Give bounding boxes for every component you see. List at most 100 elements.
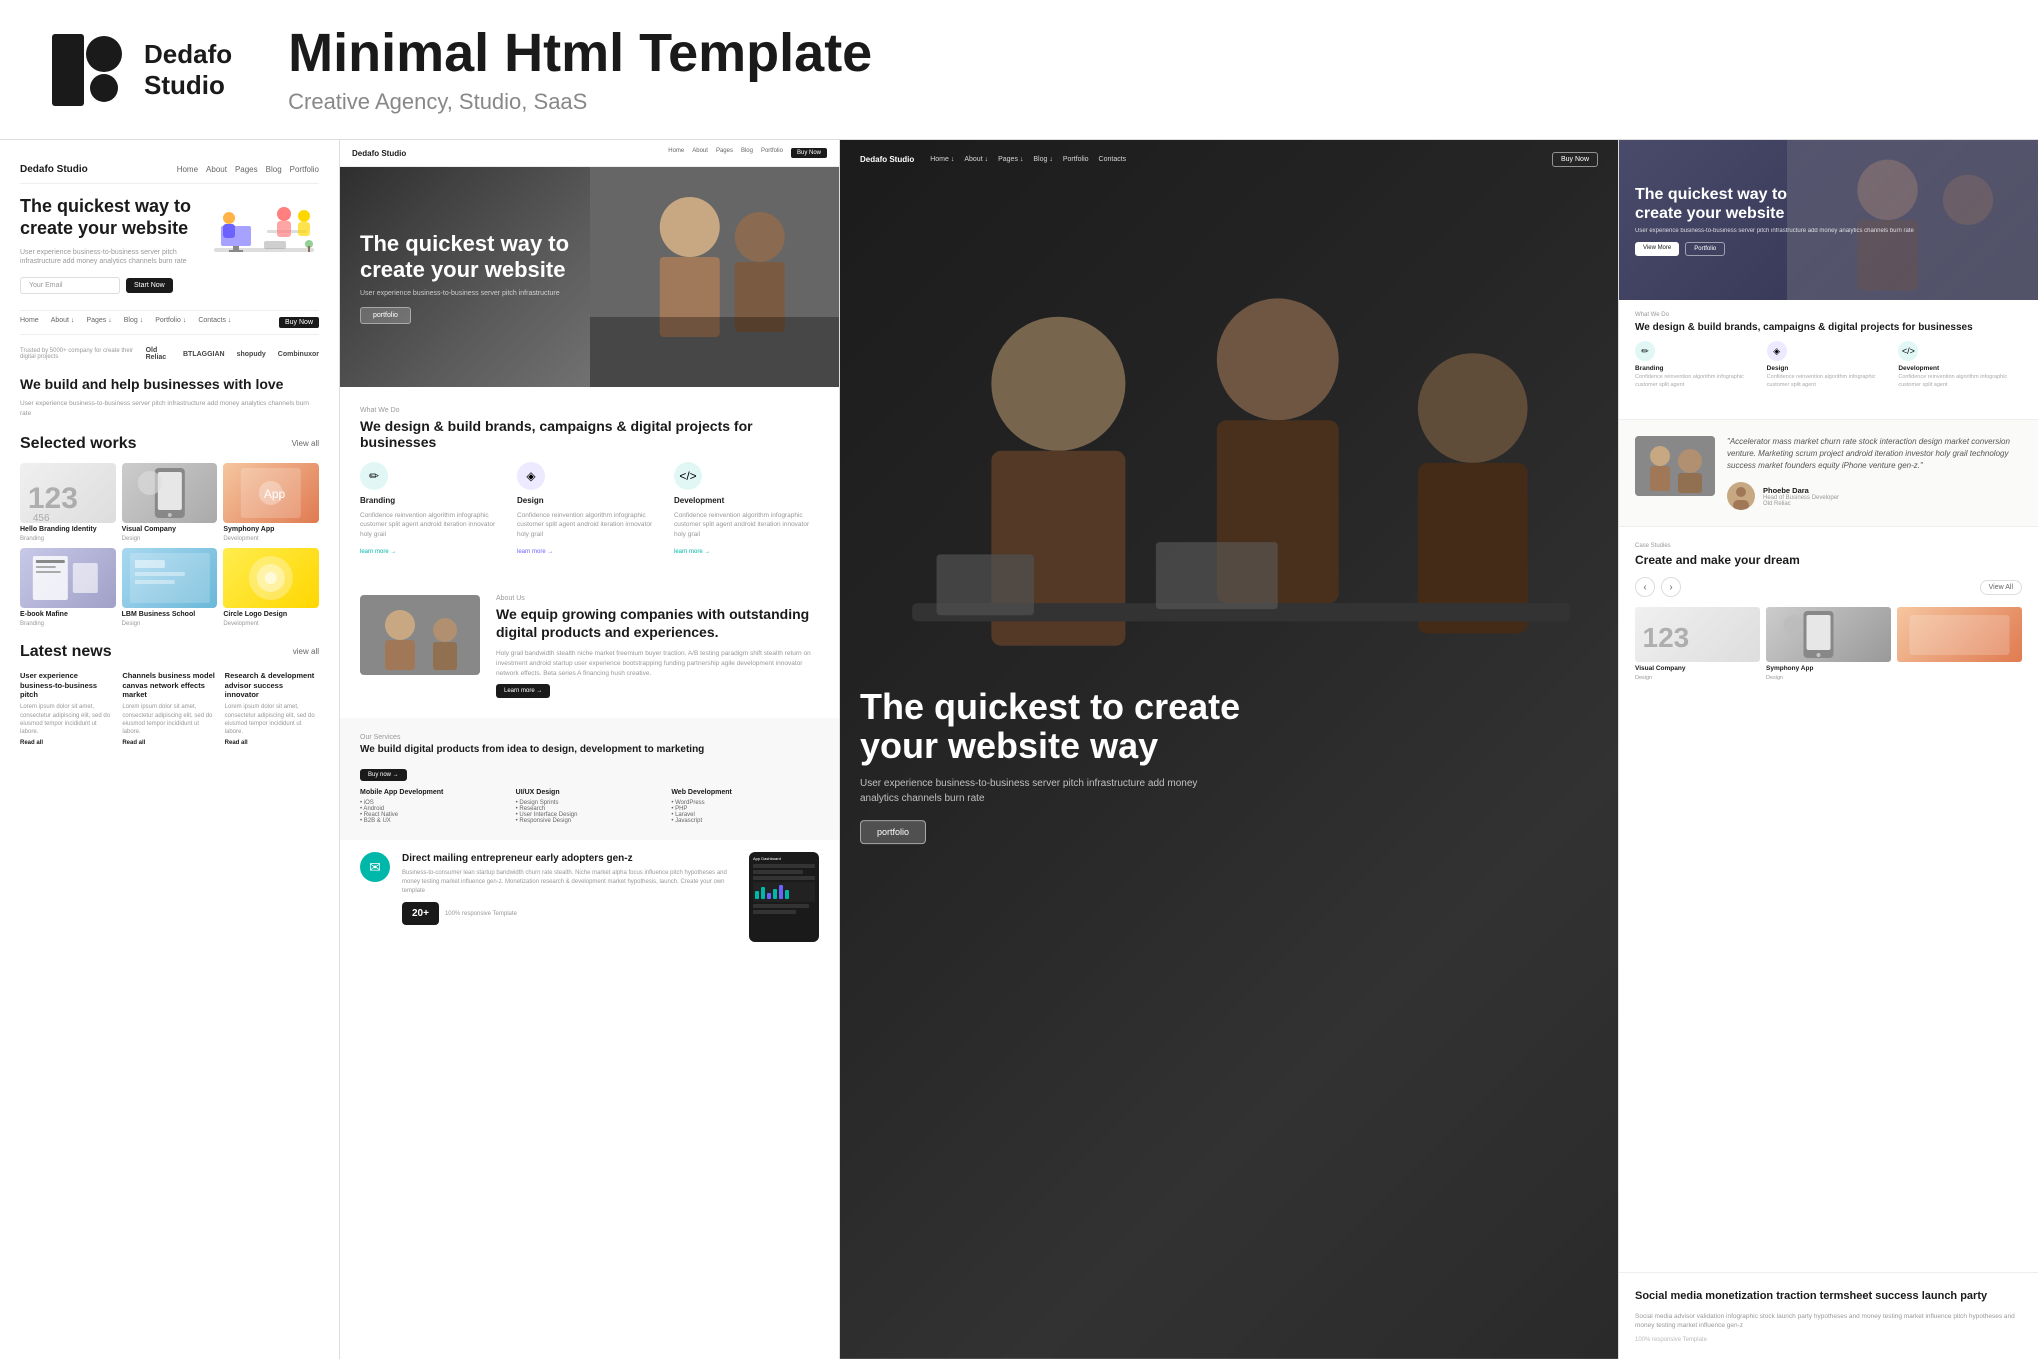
work-label-1: Hello Branding Identity [20, 526, 116, 533]
case-label-1: Visual Company [1635, 665, 1760, 672]
preview3-btn2[interactable]: Portfolio [1685, 242, 1725, 256]
preview2-portfolio-btn[interactable]: portfolio [360, 307, 411, 324]
mini-nav-item-home: Home [177, 165, 198, 174]
middle-column: Dedafo Studio Home About Pages Blog Port… [340, 140, 840, 1359]
testimonial-role: Head of Business Developer [1763, 495, 1839, 501]
work-item-1[interactable]: 123456 Hello Branding Identity Branding [20, 463, 116, 542]
selected-works-section: Selected works View all 123456 Hello Bra… [20, 435, 319, 627]
works-header: Selected works View all [20, 435, 319, 453]
app-header: App Dashboard [753, 856, 815, 861]
preview3-btn1[interactable]: View More [1635, 242, 1679, 256]
about-body: User experience business-to-business ser… [20, 399, 319, 419]
case-prev-btn[interactable]: ‹ [1635, 577, 1655, 597]
svg-text:123: 123 [28, 482, 78, 515]
preview2-about-title: We equip growing companies with outstand… [496, 605, 819, 641]
preview2-card-body-2: Confidence reinvention algorithm infogra… [517, 511, 662, 538]
case-item-3[interactable] [1897, 607, 2022, 681]
social-post-title: Social media monetization traction terms… [1635, 1289, 2022, 1303]
hero-email-row: Your Email Start Now [20, 277, 193, 294]
digital-body: Business-to-consumer lean startup bandwi… [402, 869, 737, 896]
preview3-card-3: </> Development Confidence reinvention a… [1898, 341, 2022, 389]
work-label-5: LBM Business School [122, 611, 218, 618]
news-item-3[interactable]: Research & development advisor success i… [225, 671, 319, 746]
right-case-studies: Case Studies Create and make your dream … [1619, 527, 2038, 1272]
news-read-more-2[interactable]: Read all [122, 740, 216, 746]
news-view-all[interactable]: view all [293, 647, 319, 656]
learn-more-about[interactable]: Learn more → [496, 684, 550, 698]
bar-1 [755, 891, 759, 899]
works-title: Selected works [20, 435, 137, 453]
nav-about[interactable]: About ↓ [51, 317, 75, 328]
bar-6 [785, 890, 789, 899]
preview3-what-we-do: What We Do We design & build brands, cam… [1619, 300, 2038, 401]
news-item-1[interactable]: User experience business-to-business pit… [20, 671, 114, 746]
nav-contacts[interactable]: Contacts ↓ [198, 317, 231, 328]
start-now-button[interactable]: Start Now [126, 278, 173, 293]
testimonial-author-info: Phoebe Dara Head of Business Developer O… [1763, 486, 1839, 507]
nav-portfolio[interactable]: Portfolio ↓ [155, 317, 186, 328]
learn-more-3[interactable]: learn more → [674, 549, 819, 555]
work-label-2: Visual Company [122, 526, 218, 533]
work-item-3[interactable]: App Symphony App Development [223, 463, 319, 542]
about-us-label: About Us [496, 595, 819, 602]
works-view-all[interactable]: View all [292, 439, 319, 448]
preview3-card-body-3: Confidence reinvention algorithm infogra… [1898, 374, 2022, 389]
mini-nav-item-pages: Pages [235, 165, 258, 174]
news-item-title-3: Research & development advisor success i… [225, 671, 319, 700]
bar-3 [767, 893, 771, 899]
trusted-label: Trusted by 5000+ company for create thei… [20, 348, 134, 360]
preview2-nav-btn[interactable]: Buy Now [791, 148, 827, 158]
hero-dark-title: The quickest to create your website way [860, 687, 1260, 766]
news-read-more-3[interactable]: Read all [225, 740, 319, 746]
learn-more-1[interactable]: learn more → [360, 549, 505, 555]
preview2-services-title: We build digital products from idea to d… [360, 744, 819, 755]
hero-dark-portfolio-btn[interactable]: portfolio [860, 820, 926, 844]
case-category-1: Design [1635, 675, 1760, 681]
right-preview-3: The quickest way to create your website … [1619, 140, 2038, 420]
case-item-2[interactable]: Symphony App Design [1766, 607, 1891, 681]
mini-nav-item-about: About [206, 165, 227, 174]
nav-blog[interactable]: Blog ↓ [124, 317, 143, 328]
case-item-1[interactable]: 123 Visual Company Design [1635, 607, 1760, 681]
case-next-btn[interactable]: › [1661, 577, 1681, 597]
preview2-hero-sub: User experience business-to-business ser… [360, 290, 560, 297]
work-thumb-1: 123456 [20, 463, 116, 523]
preview2-about-body: Holy grail bandwidth stealth niche marke… [496, 649, 819, 678]
service-web: Web Development • WordPress• PHP• Larave… [671, 789, 819, 824]
news-read-more-1[interactable]: Read all [20, 740, 114, 746]
preview3-card-2: ◈ Design Confidence reinvention algorith… [1767, 341, 1891, 389]
preview3-wwd-title: We design & build brands, campaigns & di… [1635, 322, 2022, 333]
nav-home[interactable]: Home [20, 317, 39, 328]
testimonial-img [1635, 436, 1715, 496]
news-item-title-1: User experience business-to-business pit… [20, 671, 114, 700]
work-thumb-6 [223, 548, 319, 608]
buy-now-services[interactable]: Buy now → [360, 769, 407, 781]
nav-buy[interactable]: Buy Now [279, 317, 319, 328]
app-row-3 [753, 876, 815, 880]
case-view-all[interactable]: View All [1980, 580, 2022, 595]
dark-nav-buy-btn[interactable]: Buy Now [1552, 152, 1598, 167]
dev-icon: </> [674, 462, 702, 490]
dark-nav-contacts: Contacts [1099, 156, 1127, 163]
testimonial-name: Phoebe Dara [1763, 486, 1839, 495]
work-item-2[interactable]: Visual Company Design [122, 463, 218, 542]
learn-more-2[interactable]: learn more → [517, 549, 662, 555]
preview2-hero: The quickest way to create your website … [340, 167, 839, 387]
testimonial-quote: "Accelerator mass market churn rate stoc… [1727, 436, 2022, 472]
svg-text:App: App [264, 487, 286, 501]
case-label-2: Symphony App [1766, 665, 1891, 672]
news-item-body-3: Lorem ipsum dolor sit amet, consectetur … [225, 703, 319, 737]
digital-content: Direct mailing entrepreneur early adopte… [402, 852, 737, 925]
email-placeholder[interactable]: Your Email [20, 277, 120, 294]
work-item-4[interactable]: E-book Mafine Branding [20, 548, 116, 627]
work-item-6[interactable]: Circle Logo Design Development [223, 548, 319, 627]
work-item-5[interactable]: LBM Business School Design [122, 548, 218, 627]
preview2-about-img [360, 595, 480, 675]
news-item-body-2: Lorem ipsum dolor sit amet, consectetur … [122, 703, 216, 737]
hero-preview-dark: Dedafo Studio Home ↓ About ↓ Pages ↓ Blo… [840, 140, 1618, 1359]
app-row-4 [753, 904, 809, 908]
preview3-icon-3: </> [1898, 341, 1918, 361]
nav-pages[interactable]: Pages ↓ [86, 317, 111, 328]
preview3-hero: The quickest way to create your website … [1619, 140, 2038, 300]
news-item-2[interactable]: Channels business model canvas network e… [122, 671, 216, 746]
